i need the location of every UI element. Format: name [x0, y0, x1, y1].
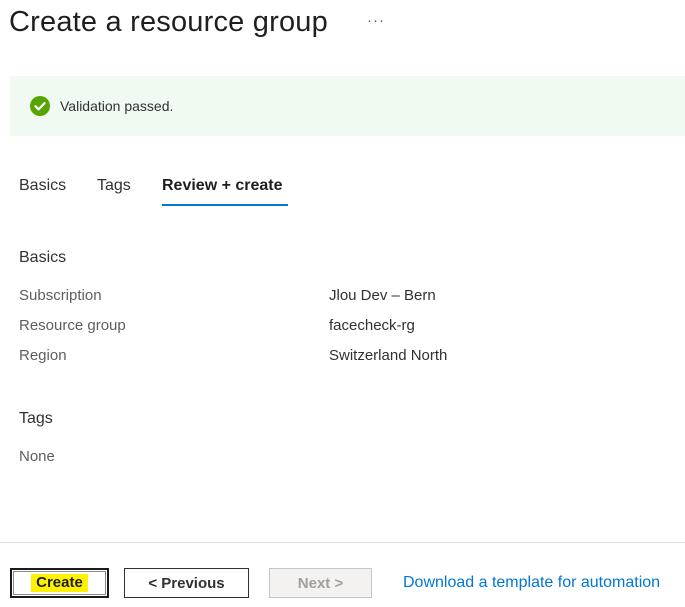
region-label: Region [19, 347, 67, 364]
footer-divider [0, 542, 685, 543]
create-resource-group-page: Create a resource group ··· Validation p… [0, 0, 685, 607]
resource-group-label: Resource group [19, 317, 126, 334]
tab-basics[interactable]: Basics [19, 177, 66, 195]
basics-section-heading: Basics [19, 249, 67, 266]
region-value: Switzerland North [329, 347, 448, 364]
create-button[interactable]: Create [10, 568, 109, 598]
previous-button[interactable]: < Previous [124, 568, 249, 598]
validation-message: Validation passed. [60, 98, 174, 114]
active-tab-indicator [162, 204, 288, 206]
tab-tags[interactable]: Tags [97, 177, 131, 195]
page-title: Create a resource group [9, 6, 328, 38]
check-circle-icon [30, 96, 50, 116]
next-button: Next > [269, 568, 372, 598]
create-button-label: Create [31, 574, 88, 592]
resource-group-value: facecheck-rg [329, 317, 415, 334]
subscription-label: Subscription [19, 287, 102, 304]
tab-review-create[interactable]: Review + create [162, 177, 283, 195]
tags-value: None [19, 448, 55, 465]
download-template-link[interactable]: Download a template for automation [403, 574, 660, 592]
more-options-icon[interactable]: ··· [367, 12, 385, 29]
subscription-value: Jlou Dev – Bern [329, 287, 436, 304]
tags-section-heading: Tags [19, 410, 53, 427]
